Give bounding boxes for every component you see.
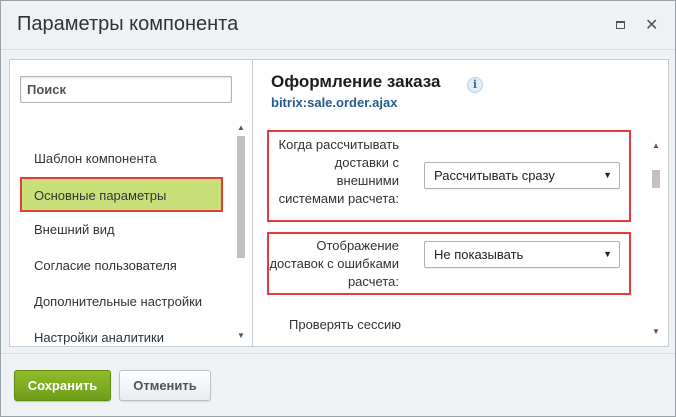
close-icon[interactable]: ✕ (645, 18, 658, 34)
delivery-errors-select[interactable]: Не показывать ▼ (424, 241, 620, 268)
scroll-up-icon[interactable]: ▲ (234, 122, 248, 134)
dropdown-arrow-icon: ▼ (603, 170, 612, 180)
dialog-footer: Сохранить Отменить (1, 353, 675, 416)
dialog-titlebar[interactable]: Параметры компонента ✕ (1, 1, 675, 50)
scrollbar-thumb[interactable] (652, 170, 660, 188)
sidebar: Шаблон компонента Основные параметры Вне… (9, 59, 253, 347)
dialog-title: Параметры компонента (17, 13, 239, 35)
param-label: Отображение доставок с ошибками расчета: (269, 238, 399, 289)
sidebar-item-analytics-settings[interactable]: Настройки аналитики (22, 327, 222, 346)
scroll-down-icon[interactable]: ▼ (649, 326, 663, 338)
select-value: Не показывать (434, 247, 524, 262)
sidebar-item-additional-settings[interactable]: Дополнительные настройки (22, 291, 222, 313)
sidebar-item-user-consent[interactable]: Согласие пользователя (22, 255, 222, 277)
param-delivery-calc: Когда рассчитывать доставки с внешними с… (267, 130, 631, 222)
info-icon[interactable]: i (467, 77, 483, 93)
sidebar-item-main-params[interactable]: Основные параметры (20, 177, 223, 212)
params-panel: Оформление заказа i bitrix:sale.order.aj… (253, 59, 669, 347)
component-params-dialog: Параметры компонента ✕ Шаблон компонента… (0, 0, 676, 417)
sidebar-item-appearance[interactable]: Внешний вид (22, 219, 222, 241)
scrollbar-thumb[interactable] (237, 136, 245, 258)
scroll-down-icon[interactable]: ▼ (234, 330, 248, 342)
scroll-up-icon[interactable]: ▲ (649, 140, 663, 152)
param-check-session-label: Проверять сессию (289, 317, 401, 332)
save-button[interactable]: Сохранить (14, 370, 111, 401)
dropdown-arrow-icon: ▼ (603, 249, 612, 259)
delivery-calc-select[interactable]: Рассчитывать сразу ▼ (424, 162, 620, 189)
maximize-icon[interactable] (614, 19, 627, 32)
component-code: bitrix:sale.order.ajax (271, 95, 398, 110)
param-delivery-errors: Отображение доставок с ошибками расчета:… (267, 232, 631, 295)
sidebar-scrollbar[interactable]: ▲ ▼ (234, 122, 248, 342)
panel-scrollbar[interactable]: ▲ ▼ (649, 140, 663, 340)
select-value: Рассчитывать сразу (434, 168, 555, 183)
cancel-button[interactable]: Отменить (119, 370, 211, 401)
dialog-content: Шаблон компонента Основные параметры Вне… (9, 59, 669, 349)
panel-title: Оформление заказа (271, 72, 441, 91)
param-label: Когда рассчитывать доставки с внешними с… (278, 137, 399, 206)
search-input[interactable] (20, 76, 232, 103)
sidebar-item-template[interactable]: Шаблон компонента (22, 148, 222, 170)
